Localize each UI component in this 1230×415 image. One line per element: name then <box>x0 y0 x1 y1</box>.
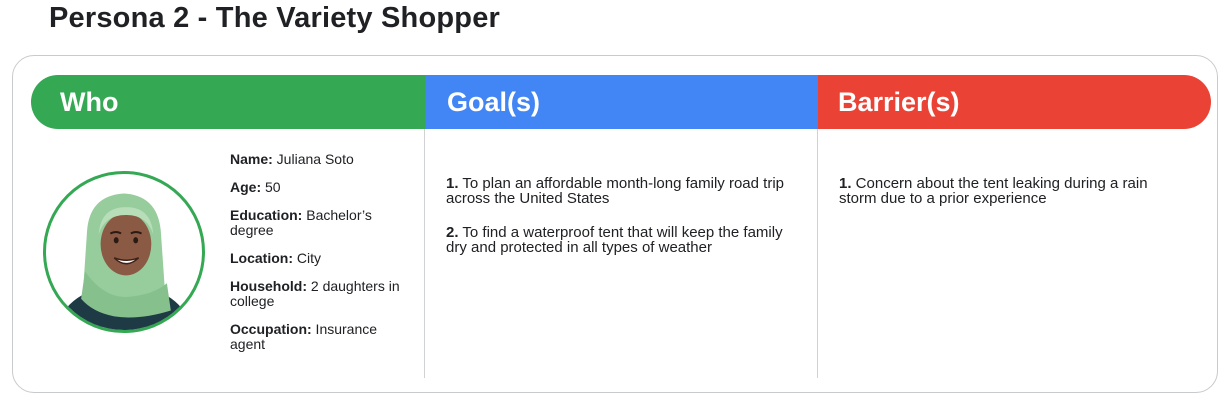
profile-age: Age: 50 <box>230 179 281 195</box>
column-divider <box>424 129 425 378</box>
profile-location: Location: City <box>230 250 321 266</box>
who-header: Who <box>31 75 425 129</box>
profile-name: Name: Juliana Soto <box>230 151 354 167</box>
goal-item: 1. To plan an affordable month-long fami… <box>446 175 784 207</box>
goals-header: Goal(s) <box>425 75 818 129</box>
barrier-item: 1. Concern about the tent leaking during… <box>839 175 1148 207</box>
column-divider <box>817 129 818 378</box>
page-title: Persona 2 - The Variety Shopper <box>49 2 501 34</box>
persona-avatar-icon <box>43 171 205 333</box>
goals-list: 1. To plan an affordable month-long fami… <box>446 176 796 274</box>
barriers-list: 1. Concern about the tent leaking during… <box>839 176 1189 206</box>
profile-education: Education: Bachelor’s degree <box>230 207 372 238</box>
barriers-header: Barrier(s) <box>818 75 1211 129</box>
profile-details: Name: Juliana Soto Age: 50 Education: Ba… <box>230 152 410 365</box>
profile-occupation: Occupation: Insurance agent <box>230 321 378 352</box>
goal-item: 2. To find a waterproof tent that will k… <box>446 224 783 256</box>
profile-household: Household: 2 daughters in college <box>230 278 400 309</box>
